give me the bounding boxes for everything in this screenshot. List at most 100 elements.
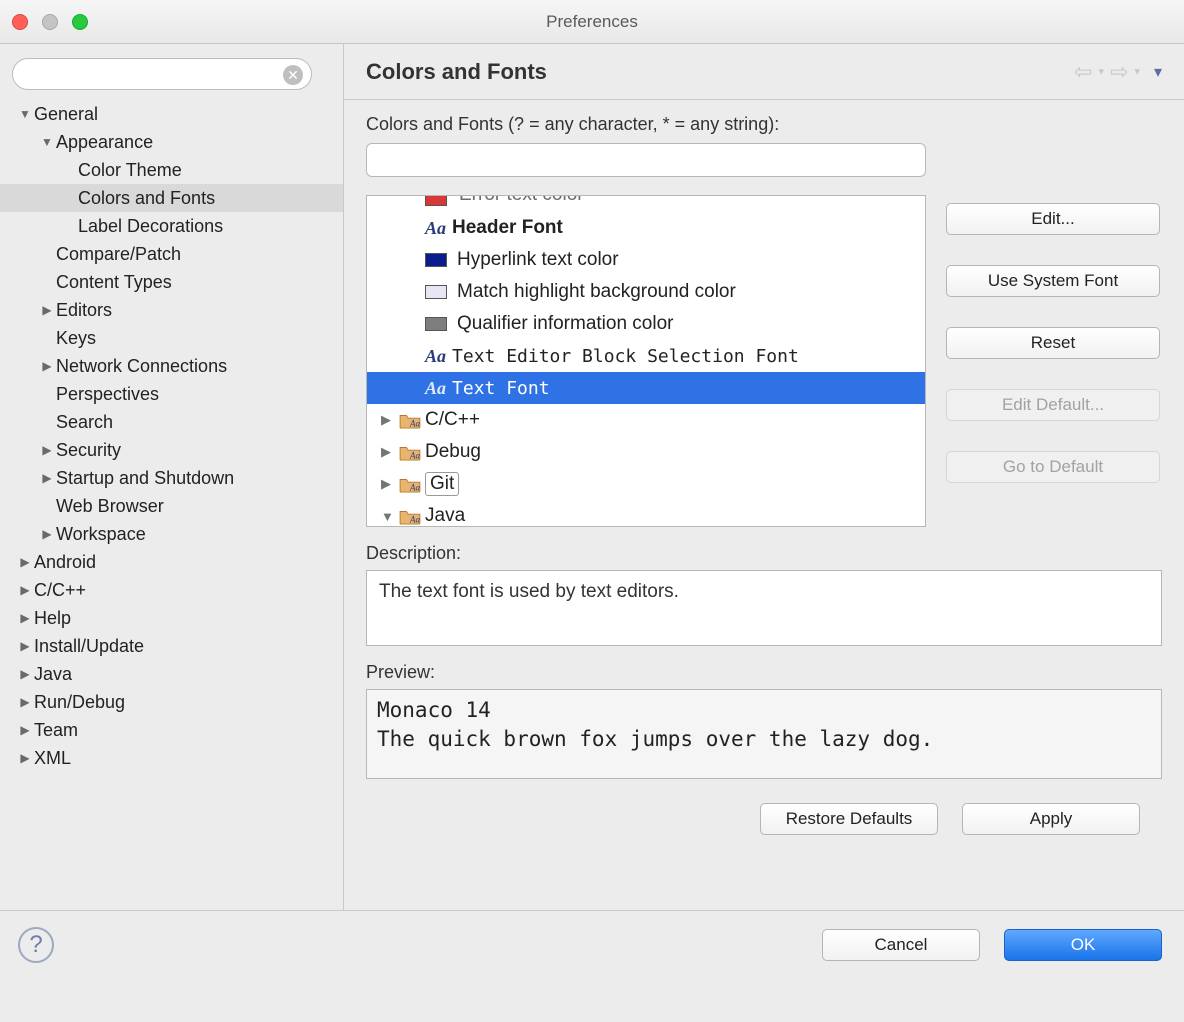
nav-item[interactable]: ▶Security: [0, 436, 343, 464]
nav-item[interactable]: ▶Editors: [0, 296, 343, 324]
nav-item[interactable]: ▶Workspace: [0, 520, 343, 548]
list-item-label: Match highlight background color: [457, 281, 736, 303]
nav-item-label: Compare/Patch: [56, 244, 181, 265]
list-item[interactable]: Qualifier information color: [367, 308, 925, 340]
nav-item[interactable]: ▼Appearance: [0, 128, 343, 156]
list-item-label: Git: [425, 472, 459, 496]
preview-line-1: Monaco 14: [377, 696, 1151, 725]
list-item-label: Text Font: [452, 378, 550, 399]
nav-item-label: Web Browser: [56, 496, 164, 517]
nav-item[interactable]: ▶Install/Update: [0, 632, 343, 660]
content-pane: Colors and Fonts ⇦ ▾ ⇨ ▾ ▾ Colors and Fo…: [344, 44, 1184, 910]
list-item[interactable]: ▶ Aa Git: [367, 468, 925, 500]
nav-item[interactable]: ▶XML: [0, 744, 343, 772]
nav-item[interactable]: Search: [0, 408, 343, 436]
zoom-window-icon[interactable]: [72, 14, 88, 30]
cancel-button[interactable]: Cancel: [822, 929, 980, 961]
nav-item[interactable]: ▶Android: [0, 548, 343, 576]
list-item[interactable]: AaText Font: [367, 372, 925, 404]
close-window-icon[interactable]: [12, 14, 28, 30]
nav-item[interactable]: Web Browser: [0, 492, 343, 520]
chevron-right-icon: ▶: [18, 695, 32, 709]
nav-item-label: Startup and Shutdown: [56, 468, 234, 489]
list-item[interactable]: Hyperlink text color: [367, 244, 925, 276]
apply-button[interactable]: Apply: [962, 803, 1140, 835]
ok-button[interactable]: OK: [1004, 929, 1162, 961]
nav-item[interactable]: Keys: [0, 324, 343, 352]
nav-item[interactable]: Colors and Fonts: [0, 184, 343, 212]
page-title: Colors and Fonts: [366, 59, 547, 85]
back-icon[interactable]: ⇦: [1074, 59, 1092, 85]
forward-history-icon[interactable]: ▾: [1134, 65, 1140, 78]
nav-item[interactable]: ▶Startup and Shutdown: [0, 464, 343, 492]
nav-item-label: Java: [34, 664, 72, 685]
nav-item[interactable]: Content Types: [0, 268, 343, 296]
nav-item-label: Workspace: [56, 524, 146, 545]
nav-item[interactable]: Compare/Patch: [0, 240, 343, 268]
chevron-right-icon: [40, 387, 54, 401]
nav-item-label: Search: [56, 412, 113, 433]
list-item-label: C/C++: [425, 409, 480, 431]
nav-item[interactable]: ▶C/C++: [0, 576, 343, 604]
nav-item-label: Appearance: [56, 132, 153, 153]
filter-input[interactable]: [366, 143, 926, 177]
list-item-label: Java: [425, 505, 465, 527]
clear-search-icon[interactable]: ✕: [283, 65, 303, 85]
nav-item[interactable]: Color Theme: [0, 156, 343, 184]
nav-item[interactable]: Label Decorations: [0, 212, 343, 240]
color-swatch-icon: [425, 317, 447, 331]
svg-text:Aa: Aa: [409, 418, 420, 428]
nav-item-label: Team: [34, 720, 78, 741]
reset-button[interactable]: Reset: [946, 327, 1160, 359]
nav-item[interactable]: ▶Run/Debug: [0, 688, 343, 716]
chevron-right-icon: ▶: [381, 476, 391, 492]
nav-item-label: C/C++: [34, 580, 86, 601]
color-swatch-icon: [425, 285, 447, 299]
preferences-nav-pane: ✕ ▼General▼Appearance Color Theme Colors a…: [0, 44, 344, 910]
nav-item[interactable]: Perspectives: [0, 380, 343, 408]
preferences-search-input[interactable]: ✕: [12, 58, 312, 90]
nav-item-label: Label Decorations: [78, 216, 223, 237]
nav-item-label: Keys: [56, 328, 96, 349]
nav-item[interactable]: ▶Help: [0, 604, 343, 632]
description-label: Description:: [366, 543, 1162, 564]
list-item[interactable]: AaHeader Font: [367, 212, 925, 244]
folder-icon: Aa: [399, 507, 421, 525]
back-history-icon[interactable]: ▾: [1098, 65, 1104, 78]
list-item-label: Hyperlink text color: [457, 249, 619, 271]
forward-icon[interactable]: ⇨: [1110, 59, 1128, 85]
list-item[interactable]: ▼AaJava: [367, 500, 925, 527]
nav-item[interactable]: ▶Network Connections: [0, 352, 343, 380]
chevron-right-icon: ▶: [40, 527, 54, 541]
svg-text:Aa: Aa: [409, 482, 420, 492]
minimize-window-icon[interactable]: [42, 14, 58, 30]
nav-item[interactable]: ▼General: [0, 100, 343, 128]
chevron-right-icon: ▶: [18, 723, 32, 737]
list-item[interactable]: Error text color: [367, 196, 925, 212]
list-item[interactable]: ▶AaC/C++: [367, 404, 925, 436]
window-title: Preferences: [546, 12, 638, 31]
list-item[interactable]: ▶AaDebug: [367, 436, 925, 468]
help-icon[interactable]: ?: [18, 927, 54, 963]
nav-item-label: Network Connections: [56, 356, 227, 377]
color-swatch-icon: [425, 253, 447, 267]
nav-item[interactable]: ▶Team: [0, 716, 343, 744]
edit-button[interactable]: Edit...: [946, 203, 1160, 235]
dialog-footer: ? Cancel OK: [0, 910, 1184, 978]
nav-item-label: General: [34, 104, 98, 125]
nav-item-label: Color Theme: [78, 160, 182, 181]
view-menu-icon[interactable]: ▾: [1154, 62, 1162, 82]
nav-item-label: Android: [34, 552, 96, 573]
restore-defaults-button[interactable]: Restore Defaults: [760, 803, 938, 835]
go-to-default-button: Go to Default: [946, 451, 1160, 483]
chevron-right-icon: ▶: [18, 639, 32, 653]
nav-item[interactable]: ▶Java: [0, 660, 343, 688]
preferences-tree: ▼General▼Appearance Color Theme Colors and…: [0, 96, 343, 776]
page-nav-arrows: ⇦ ▾ ⇨ ▾ ▾: [1074, 59, 1162, 85]
use-system-font-button[interactable]: Use System Font: [946, 265, 1160, 297]
list-item[interactable]: Match highlight background color: [367, 276, 925, 308]
nav-item-label: XML: [34, 748, 71, 769]
list-item[interactable]: AaText Editor Block Selection Font: [367, 340, 925, 372]
colors-fonts-list[interactable]: Error text colorAaHeader Font Hyperlink t…: [366, 195, 926, 527]
folder-icon: Aa: [399, 411, 421, 429]
